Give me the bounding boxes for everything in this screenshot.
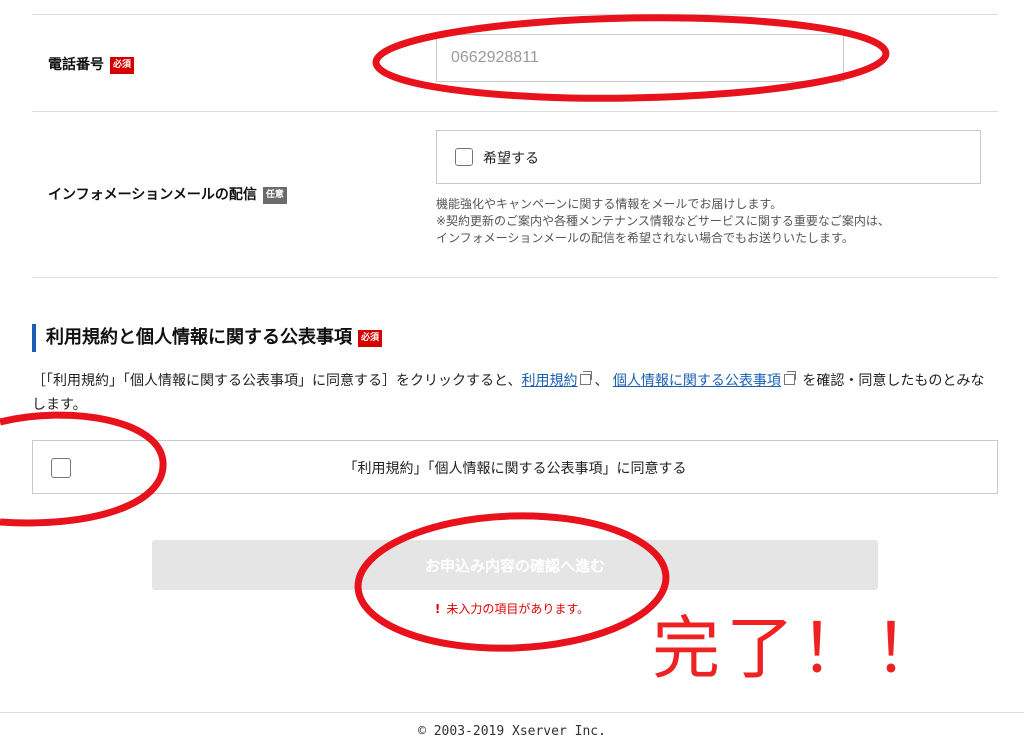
terms-desc-prefix: ［「利用規約」「個人情報に関する公表事項」に同意する］をクリックすると、	[32, 373, 522, 389]
agree-checkbox-box[interactable]: 「利用規約」「個人情報に関する公表事項」に同意する	[32, 440, 998, 494]
info-mail-label-text: インフォメーションメールの配信	[48, 187, 257, 203]
note-line: ※契約更新のご案内や各種メンテナンス情報などサービスに関する重要なご案内は、	[436, 214, 890, 228]
external-link-icon	[580, 371, 593, 385]
terms-link[interactable]: 利用規約	[521, 373, 577, 389]
external-link-icon	[783, 371, 796, 385]
footer-copyright: © 2003-2019 Xserver Inc.	[418, 724, 606, 739]
required-badge: 必須	[110, 57, 135, 74]
annotation-text: 完了！！	[652, 610, 949, 689]
info-mail-label: インフォメーションメールの配信 任意	[48, 184, 287, 204]
phone-label: 電話番号 必須	[48, 54, 135, 74]
phone-input[interactable]: 0662928811	[436, 34, 844, 82]
error-text: 未入力の項目があります。	[446, 602, 590, 616]
privacy-link[interactable]: 個人情報に関する公表事項	[613, 373, 781, 389]
agree-label: 「利用規約」「個人情報に関する公表事項」に同意する	[343, 461, 687, 477]
note-line: インフォメーションメールの配信を希望されない場合でもお送りいたします。	[436, 231, 854, 245]
terms-section-title: 利用規約と個人情報に関する公表事項 必須	[32, 324, 383, 352]
phone-label-text: 電話番号	[48, 57, 104, 73]
alert-icon: !	[434, 602, 441, 616]
footer-divider	[0, 712, 1024, 713]
terms-description: ［「利用規約」「個人情報に関する公表事項」に同意する］をクリックすると、利用規約…	[32, 369, 992, 417]
divider	[32, 277, 998, 278]
confirm-button[interactable]: お申込み内容の確認へ進む	[152, 540, 878, 590]
divider	[32, 14, 998, 15]
info-mail-note: 機能強化やキャンペーンに関する情報をメールでお届けします。 ※契約更新のご案内や…	[436, 196, 890, 247]
info-mail-checkbox-box[interactable]: 希望する	[436, 130, 981, 184]
terms-title-text: 利用規約と個人情報に関する公表事項	[46, 327, 352, 348]
required-badge: 必須	[358, 330, 383, 347]
info-mail-checkbox-label: 希望する	[483, 151, 539, 167]
optional-badge: 任意	[262, 187, 287, 204]
info-mail-checkbox[interactable]	[455, 148, 473, 166]
note-line: 機能強化やキャンペーンに関する情報をメールでお届けします。	[436, 197, 783, 211]
separator: 、	[594, 373, 609, 389]
divider	[32, 111, 998, 112]
